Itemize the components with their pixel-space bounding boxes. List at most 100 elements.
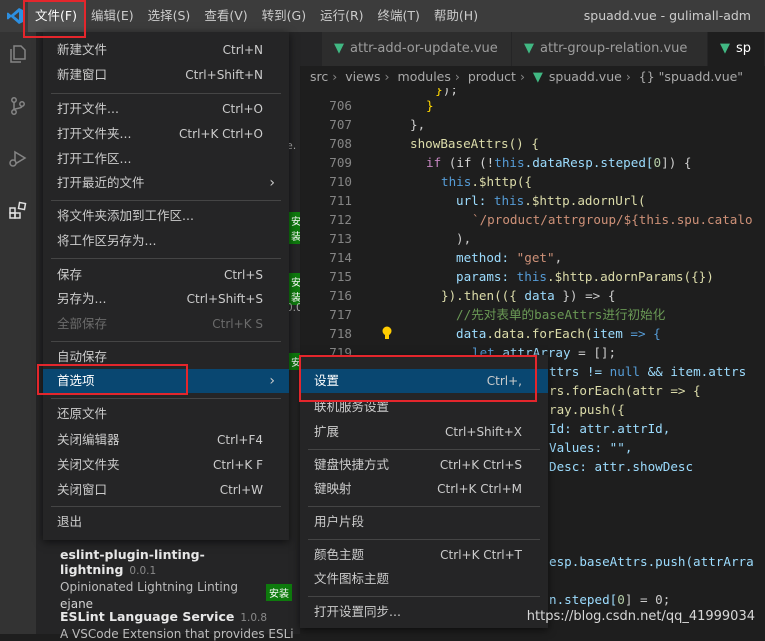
run-debug-icon[interactable] [8, 148, 28, 168]
code-line: if (if (!this.dataResp.steped[0]) { [426, 155, 692, 170]
line-number: 715 [329, 269, 352, 284]
code-line: params: this.$http.adornParams({}) [456, 269, 714, 284]
menu-separator [51, 200, 281, 201]
menu-terminal[interactable]: 终端(T) [371, 0, 427, 32]
line-number: 706 [329, 98, 352, 113]
code-line: Id: attr.attrId, [549, 421, 671, 436]
source-control-icon[interactable] [8, 96, 28, 116]
line-number: 718 [329, 326, 352, 341]
menu-separator [51, 398, 281, 399]
annotation-box-settings [299, 355, 537, 402]
breadcrumb: src › views › modules › product › ▼ spuadd.vu… [300, 66, 765, 88]
extension-description: Opinionated Lightning Linting [60, 580, 238, 594]
menu-run[interactable]: 运行(R) [313, 0, 370, 32]
code-line: this.$http({ [441, 174, 533, 189]
lightbulb-icon[interactable] [381, 326, 393, 341]
menu-item-exit[interactable]: 退出 [43, 510, 289, 534]
breadcrumb-item[interactable]: spuadd.vue [549, 69, 622, 84]
vue-file-icon: ▼ [532, 70, 543, 85]
extension-description: A VSCode Extension that provides ESLi [60, 627, 294, 641]
menu-item-add-folder-to-workspace[interactable]: 将文件夹添加到工作区... [43, 204, 289, 228]
menu-separator [51, 341, 281, 342]
menu-item-open-folder[interactable]: 打开文件夹... Ctrl+K Ctrl+O [43, 122, 289, 146]
code-line: ), [456, 231, 472, 246]
breadcrumb-item[interactable]: {} "spuadd.vue" [639, 69, 743, 84]
annotation-box-file-menu [23, 0, 86, 38]
menu-item-revert-file[interactable]: 还原文件 [43, 402, 289, 426]
extension-version: 0.0.1 [129, 565, 157, 577]
menu-item-save-workspace-as[interactable]: 将工作区另存为... [43, 229, 289, 253]
tab-attr-add-or-update[interactable]: ▼ attr-add-or-update.vue [322, 32, 512, 66]
code-line: rs.forEach(attr => { [549, 383, 701, 398]
menu-item-open-file[interactable]: 打开文件... Ctrl+O [43, 97, 289, 121]
line-number: 709 [329, 155, 352, 170]
code-line: esp.baseAttrs.push(attrArra [549, 554, 754, 569]
menu-edit[interactable]: 编辑(E) [84, 0, 141, 32]
extension-item[interactable]: ESLint Language Service 1.0.8 A VSCode Ex… [60, 609, 300, 641]
menu-item-save-all: 全部保存 Ctrl+K S [57, 316, 263, 331]
menu-separator [308, 449, 540, 450]
file-menu: 新建文件 Ctrl+N 新建窗口 Ctrl+Shift+N 打开文件... Ctrl+… [43, 32, 289, 540]
code-line: n.steped[0] = 0; [549, 592, 671, 607]
breadcrumb-item[interactable]: src [310, 69, 328, 84]
menu-item-save[interactable]: 保存 Ctrl+S [43, 263, 289, 287]
menu-view[interactable]: 查看(V) [197, 0, 254, 32]
menu-item-new-window[interactable]: 新建窗口 Ctrl+Shift+N [43, 63, 289, 87]
menu-item-user-snippets[interactable]: 用户片段 [300, 510, 548, 534]
code-line: method: "get", [456, 250, 563, 265]
vscode-logo-icon [7, 8, 23, 24]
menu-item-close-editor[interactable]: 关闭编辑器 Ctrl+F4 [43, 428, 289, 452]
breadcrumb-item[interactable]: modules [398, 69, 451, 84]
code-line: data.data.forEach(item => { [456, 326, 661, 341]
menu-item-color-theme[interactable]: 颜色主题 Ctrl+K Ctrl+T [300, 543, 548, 567]
menu-separator [308, 596, 540, 597]
menu-item-new-file[interactable]: 新建文件 Ctrl+N [43, 38, 289, 62]
code-line: ttrs != null && item.attrs [549, 364, 747, 379]
chevron-right-icon: › [269, 175, 275, 191]
menu-item-extensions[interactable]: 扩展 Ctrl+Shift+X [300, 420, 548, 444]
menu-go[interactable]: 转到(G) [255, 0, 313, 32]
code-line: url: this.$http.adornUrl( [456, 193, 646, 208]
title-bar: 文件(F) 编辑(E) 选择(S) 查看(V) 转到(G) 运行(R) 终端(T… [0, 0, 765, 32]
breadcrumb-item[interactable]: views [345, 69, 380, 84]
extension-version: 1.0.8 [240, 612, 268, 624]
code-line: }).then(({ data }) => { [441, 288, 616, 303]
extensions-icon[interactable] [8, 200, 28, 220]
menu-item-save-as[interactable]: 另存为... Ctrl+Shift+S [43, 287, 289, 311]
menu-selection[interactable]: 选择(S) [141, 0, 198, 32]
breadcrumb-item[interactable]: product [468, 69, 516, 84]
line-number: 708 [329, 136, 352, 151]
editor-tabs: ▼ attr-add-or-update.vue ▼ attr-group-rela… [300, 32, 765, 66]
explorer-icon[interactable] [8, 44, 28, 64]
menu-separator [51, 258, 281, 259]
line-number: 707 [329, 117, 352, 132]
menu-item-settings-sync[interactable]: 打开设置同步... [300, 600, 548, 624]
vue-file-icon: ▼ [334, 41, 344, 56]
menu-item-open-recent[interactable]: 打开最近的文件 › [43, 171, 289, 195]
menu-separator [51, 506, 281, 507]
menu-item-close-folder[interactable]: 关闭文件夹 Ctrl+K F [43, 453, 289, 477]
install-button[interactable]: 安装 [266, 584, 292, 601]
line-number: 710 [329, 174, 352, 189]
line-number: 711 [329, 193, 352, 208]
menu-item-keyboard-shortcuts[interactable]: 键盘快捷方式 Ctrl+K Ctrl+S [300, 453, 548, 477]
extension-item[interactable]: eslint-plugin-linting-lightning 0.0.1 Opi… [60, 547, 300, 611]
menu-item-open-workspace[interactable]: 打开工作区... [43, 147, 289, 171]
menu-separator [308, 506, 540, 507]
line-number: 712 [329, 212, 352, 227]
code-line: `/product/attrgroup/${this.spu.catalo [472, 212, 753, 227]
line-number: 717 [329, 307, 352, 322]
code-line: ray.push({ [549, 402, 625, 417]
menu-item-file-icon-theme[interactable]: 文件图标主题 [300, 567, 548, 591]
menu-item-keymaps[interactable]: 键映射 Ctrl+K Ctrl+M [300, 477, 548, 501]
menu-help[interactable]: 帮助(H) [427, 0, 485, 32]
menu-item-close-window[interactable]: 关闭窗口 Ctrl+W [43, 478, 289, 502]
code-line: }, [410, 117, 426, 132]
window-title: spuadd.vue - gulimall-adm [583, 8, 751, 23]
tab-attr-group-relation[interactable]: ▼ attr-group-relation.vue [512, 32, 708, 66]
vue-file-icon: ▼ [720, 41, 730, 56]
menubar: 文件(F) 编辑(E) 选择(S) 查看(V) 转到(G) 运行(R) 终端(T… [28, 0, 485, 32]
activity-bar [0, 32, 36, 634]
code-line: } [426, 98, 434, 113]
tab-spuadd[interactable]: ▼ sp [708, 32, 765, 66]
